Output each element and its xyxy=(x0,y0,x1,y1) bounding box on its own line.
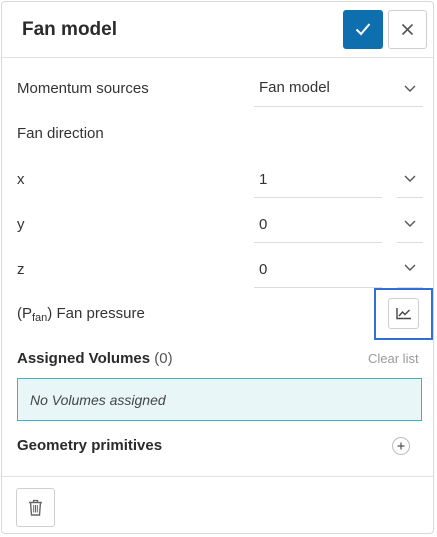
y-input[interactable]: 0 xyxy=(259,216,267,233)
momentum-sources-label: Momentum sources xyxy=(17,80,149,97)
fan-model-panel: Fan model Momentum sources Fan model Fan… xyxy=(1,1,434,534)
panel-title: Fan model xyxy=(22,19,118,40)
y-input-underline xyxy=(254,242,382,243)
confirm-button[interactable] xyxy=(343,10,383,49)
z-label: z xyxy=(17,261,25,278)
y-label: y xyxy=(17,216,25,233)
panel-header: Fan model xyxy=(2,2,433,58)
add-geometry-button[interactable] xyxy=(392,437,410,455)
geometry-primitives-title: Geometry primitives xyxy=(17,437,163,454)
clear-list-link[interactable]: Clear list xyxy=(368,351,419,366)
x-input-underline xyxy=(254,197,382,198)
close-icon xyxy=(401,23,414,36)
trash-icon xyxy=(29,499,42,516)
x-input[interactable]: 1 xyxy=(259,171,267,188)
z-input-underline xyxy=(254,287,382,288)
chevron-down-icon[interactable] xyxy=(404,220,416,228)
check-icon xyxy=(355,23,371,36)
chart-icon xyxy=(396,308,411,320)
assigned-volumes-box[interactable]: No Volumes assigned xyxy=(17,378,422,421)
empty-assignment-text: No Volumes assigned xyxy=(30,392,166,408)
fan-pressure-suffix: ) Fan pressure xyxy=(47,305,145,322)
assigned-volumes-count: (0) xyxy=(154,350,173,367)
chevron-down-icon xyxy=(404,85,416,92)
chart-button-inner[interactable] xyxy=(388,298,419,329)
momentum-sources-underline xyxy=(254,106,423,107)
close-button[interactable] xyxy=(388,10,427,49)
fan-pressure-chart-button[interactable] xyxy=(374,288,433,340)
footer-divider xyxy=(2,476,433,477)
fan-direction-label: Fan direction xyxy=(17,125,104,142)
fan-pressure-label: (Pfan) Fan pressure xyxy=(17,305,145,324)
delete-button[interactable] xyxy=(16,488,55,527)
plus-icon xyxy=(397,442,405,450)
x-label: x xyxy=(17,171,25,188)
assigned-volumes-label: Assigned Volumes xyxy=(17,350,151,367)
chevron-down-icon[interactable] xyxy=(404,264,416,272)
momentum-sources-value: Fan model xyxy=(259,79,330,96)
x-unit-underline xyxy=(397,197,423,198)
assigned-volumes-title: Assigned Volumes (0) xyxy=(17,350,173,367)
chevron-down-icon[interactable] xyxy=(404,175,416,183)
fan-pressure-prefix: (P xyxy=(17,305,32,322)
fan-pressure-subscript: fan xyxy=(32,312,48,324)
y-unit-underline xyxy=(397,242,423,243)
z-input[interactable]: 0 xyxy=(259,261,267,278)
